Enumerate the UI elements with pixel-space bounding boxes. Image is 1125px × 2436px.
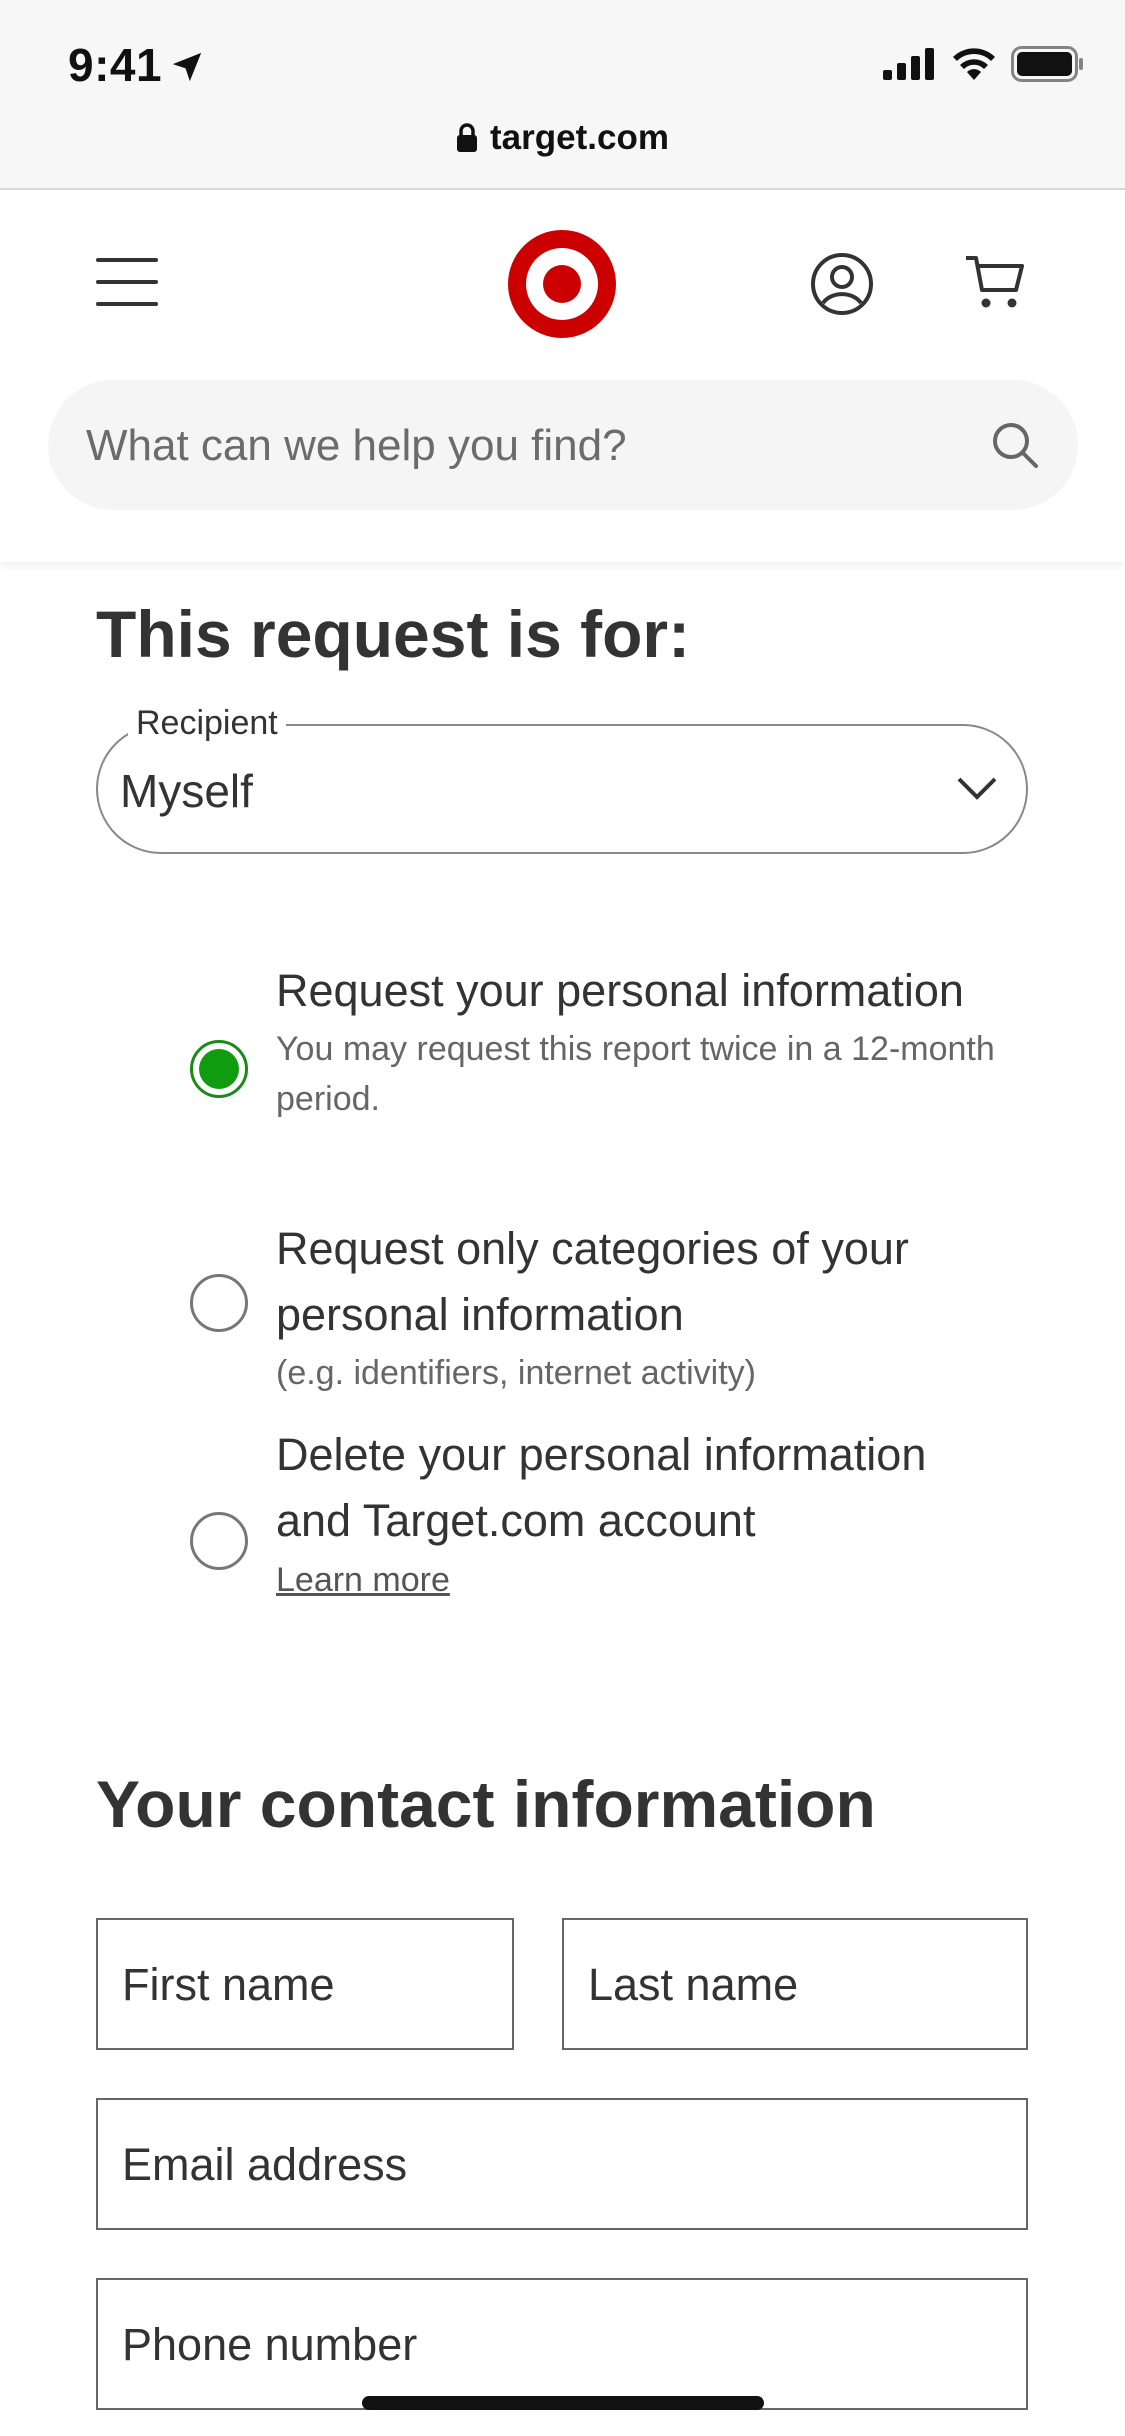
search-bar[interactable] xyxy=(48,380,1078,512)
radio-request-categories[interactable] xyxy=(190,1274,248,1332)
search-icon[interactable] xyxy=(990,420,1040,470)
browser-chrome: 9:41 target.com xyxy=(0,0,1125,190)
recipient-value: Myself xyxy=(120,765,253,817)
option-title: Delete your personal information and Tar… xyxy=(276,1429,927,1546)
learn-more-link[interactable]: Learn more xyxy=(276,1554,450,1606)
lock-icon xyxy=(457,123,478,152)
radio-request-personal-info[interactable] xyxy=(190,1040,248,1098)
last-name-input[interactable] xyxy=(586,1920,1008,2050)
url-bar[interactable]: target.com xyxy=(0,118,1125,158)
contact-section-title: Your contact information xyxy=(96,1767,876,1841)
option-text: Request your personal information You ma… xyxy=(276,958,996,1124)
option-title: Request your personal information xyxy=(276,965,964,1016)
wifi-icon xyxy=(953,48,995,80)
url-text: target.com xyxy=(490,118,669,157)
radio-delete-account[interactable] xyxy=(190,1512,248,1570)
cart-icon[interactable] xyxy=(964,252,1026,312)
option-text: Request only categories of your personal… xyxy=(276,1216,996,1398)
site-header xyxy=(0,190,1125,562)
status-icons xyxy=(883,46,1085,82)
search-input[interactable] xyxy=(84,380,988,512)
option-text: Delete your personal information and Tar… xyxy=(276,1422,996,1606)
phone-input[interactable] xyxy=(120,2280,1008,2410)
phone-field[interactable] xyxy=(96,2278,1028,2410)
recipient-label: Recipient xyxy=(128,704,286,743)
hamburger-menu-icon[interactable] xyxy=(96,258,158,308)
first-name-field[interactable] xyxy=(96,1918,514,2050)
chevron-down-icon xyxy=(957,777,997,800)
home-indicator[interactable] xyxy=(362,2396,764,2410)
recipient-select[interactable]: Recipient Myself xyxy=(96,704,1028,854)
account-icon[interactable] xyxy=(810,252,874,316)
email-field[interactable] xyxy=(96,2098,1028,2230)
request-section-title: This request is for: xyxy=(96,597,691,671)
last-name-field[interactable] xyxy=(562,1918,1028,2050)
option-subtitle: (e.g. identifiers, internet activity) xyxy=(276,1354,756,1392)
signal-icon xyxy=(883,48,934,80)
status-time: 9:41 xyxy=(68,39,163,91)
battery-icon xyxy=(1011,46,1083,82)
target-logo[interactable] xyxy=(508,230,616,338)
option-title: Request only categories of your personal… xyxy=(276,1223,909,1340)
option-subtitle: You may request this report twice in a 1… xyxy=(276,1030,995,1118)
email-input[interactable] xyxy=(120,2100,1008,2230)
location-arrow-icon xyxy=(172,52,202,82)
first-name-input[interactable] xyxy=(120,1920,494,2050)
page: 9:41 target.com What can we help you fin… xyxy=(0,0,1125,2436)
